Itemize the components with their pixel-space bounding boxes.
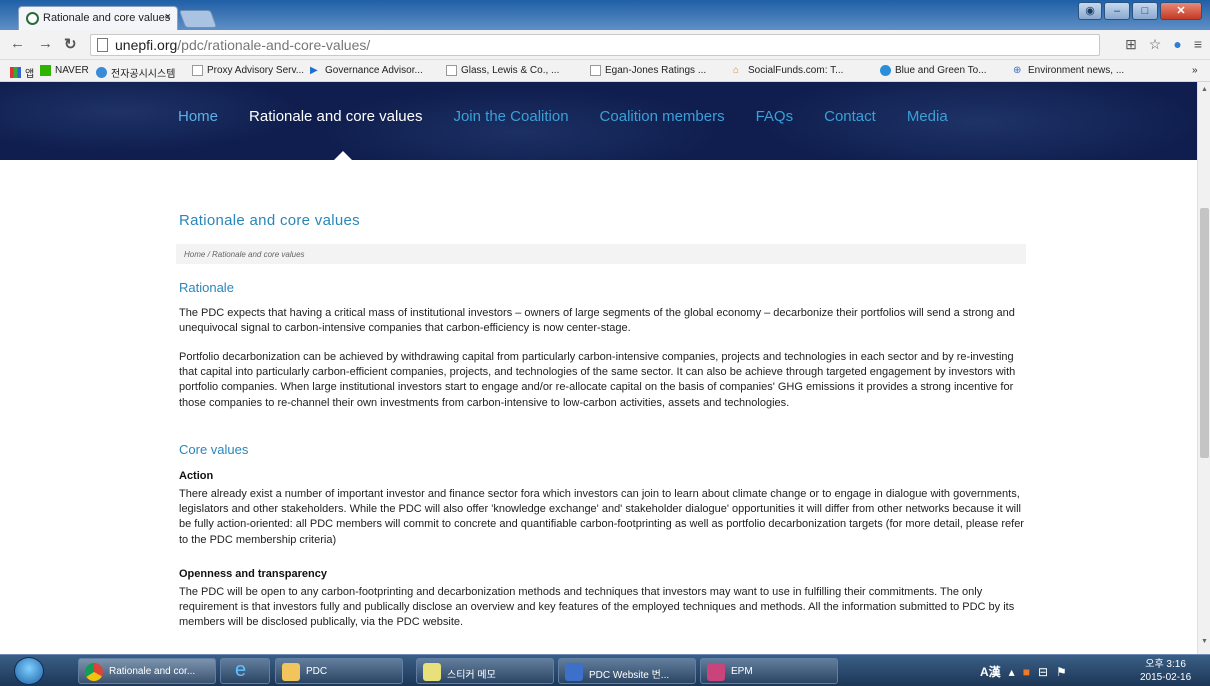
nav-rationale[interactable]: Rationale and core values <box>249 108 422 125</box>
nav-members[interactable]: Coalition members <box>600 108 725 125</box>
system-clock[interactable]: 오후 3:16 2015-02-16 <box>1140 658 1191 684</box>
main-navigation: Home Rationale and core values Join the … <box>178 108 979 125</box>
naver-icon <box>40 65 51 76</box>
action-heading: Action <box>179 470 214 482</box>
nav-join[interactable]: Join the Coalition <box>453 108 568 125</box>
scrollbar-thumb[interactable] <box>1200 208 1209 458</box>
active-nav-indicator <box>334 151 352 160</box>
bookmark-blue-green[interactable]: Blue and Green To... <box>880 65 987 76</box>
globe-icon <box>880 65 891 76</box>
site-header: Home Rationale and core values Join the … <box>0 82 1197 160</box>
bookmarks-overflow[interactable]: » <box>1192 65 1198 76</box>
reload-icon[interactable]: ↻ <box>64 35 77 53</box>
page-icon <box>192 65 203 76</box>
rationale-heading: Rationale <box>179 280 234 295</box>
url-path: /pdc/rationale-and-core-values/ <box>177 37 371 53</box>
word-icon <box>565 663 583 681</box>
scroll-down-icon[interactable]: ▼ <box>1201 638 1208 645</box>
bookmarks-bar: 앱 NAVER 전자공시시스템 Proxy Advisory Serv... ▶… <box>0 60 1210 82</box>
browser-tab-strip: Rationale and core values × ◉ – □ ✕ <box>0 0 1210 30</box>
nav-faqs[interactable]: FAQs <box>756 108 794 125</box>
nav-media[interactable]: Media <box>907 108 948 125</box>
taskbar-ie[interactable]: e <box>220 658 270 684</box>
bookmark-governance-advisor[interactable]: ▶ Governance Advisor... <box>310 65 423 76</box>
forward-icon[interactable]: → <box>38 35 53 52</box>
bookmark-glass-lewis[interactable]: Glass, Lewis & Co., ... <box>446 65 559 76</box>
network-icon[interactable]: ⊟ <box>1038 665 1048 679</box>
address-bar[interactable]: unepfi.org/pdc/rationale-and-core-values… <box>90 34 1100 56</box>
chrome-icon <box>85 663 103 681</box>
windows-taskbar: Rationale and cor... e PDC 스티커 메모 PDC We… <box>0 654 1210 686</box>
clock-date: 2015-02-16 <box>1140 672 1192 683</box>
start-button[interactable] <box>14 657 44 685</box>
openness-paragraph: The PDC will be open to any carbon-footp… <box>179 586 1015 629</box>
maximize-button[interactable]: □ <box>1132 2 1158 20</box>
close-window-button[interactable]: ✕ <box>1160 2 1202 20</box>
sticky-notes-icon <box>423 663 441 681</box>
toolbar-right-icons: ⊞ ☆ ● ≡ <box>1125 36 1202 53</box>
system-tray: A漢 ▴ ■ ⊟ ⚑ <box>980 663 1067 680</box>
user-icon[interactable]: ◉ <box>1078 2 1102 20</box>
taskbar-pdc-folder[interactable]: PDC <box>275 658 403 684</box>
taskbar-chrome[interactable]: Rationale and cor... <box>78 658 216 684</box>
dart-icon <box>96 67 107 78</box>
rationale-paragraph-1: The PDC expects that having a critical m… <box>179 307 1015 335</box>
chrome-page-icon <box>26 12 39 25</box>
bookmark-socialfunds[interactable]: ⌂ SocialFunds.com: T... <box>733 65 843 76</box>
page-icon <box>446 65 457 76</box>
menu-icon[interactable]: ≡ <box>1194 36 1202 53</box>
scroll-up-icon[interactable]: ▲ <box>1201 86 1208 93</box>
play-icon: ▶ <box>310 65 318 76</box>
bookmark-naver[interactable]: NAVER <box>40 65 89 76</box>
apps-grid-icon <box>10 67 21 78</box>
ime-icon[interactable]: A漢 <box>980 663 1001 680</box>
bookmark-proxy-advisory[interactable]: Proxy Advisory Serv... <box>192 65 304 76</box>
bookmark-apps[interactable]: 앱 <box>10 65 34 80</box>
bookmark-egan-jones[interactable]: Egan-Jones Ratings ... <box>590 65 706 76</box>
taskbar-sticky-notes[interactable]: 스티커 메모 <box>416 658 554 684</box>
nav-contact[interactable]: Contact <box>824 108 876 125</box>
tab-title: Rationale and core values <box>43 12 171 24</box>
rationale-paragraph-2: Portfolio decarbonization can be achieve… <box>179 351 1016 409</box>
minimize-button[interactable]: – <box>1104 2 1130 20</box>
tab-close-icon[interactable]: × <box>165 11 171 23</box>
url-host: unepfi.org <box>115 37 178 53</box>
bookmark-environment-news[interactable]: ⊕ Environment news, ... <box>1013 65 1124 76</box>
folder-icon <box>282 663 300 681</box>
clock-time: 오후 3:16 <box>1145 659 1186 670</box>
taskbar-word[interactable]: PDC Website 번... <box>558 658 696 684</box>
action-paragraph: There already exist a number of importan… <box>179 488 1024 546</box>
tray-expand-icon[interactable]: ▴ <box>1009 665 1015 679</box>
news-icon: ⊕ <box>1013 65 1022 76</box>
security-icon[interactable]: ■ <box>1023 665 1030 679</box>
extension-icon[interactable]: ● <box>1173 36 1181 53</box>
ie-icon: e <box>235 659 247 681</box>
home-icon: ⌂ <box>733 65 740 76</box>
back-icon[interactable]: ← <box>10 35 25 52</box>
new-tab-button[interactable] <box>178 10 218 28</box>
openness-heading: Openness and transparency <box>179 568 327 580</box>
bookmark-dart[interactable]: 전자공시시스템 <box>96 65 175 80</box>
window-controls: ◉ – □ ✕ <box>1078 2 1202 20</box>
flag-icon[interactable]: ⚑ <box>1056 665 1067 679</box>
translate-icon[interactable]: ⊞ <box>1125 36 1137 53</box>
browser-toolbar: ← → ↻ unepfi.org/pdc/rationale-and-core-… <box>0 30 1210 60</box>
epm-icon <box>707 663 725 681</box>
core-values-heading: Core values <box>179 442 249 457</box>
nav-home[interactable]: Home <box>178 108 218 125</box>
page-scrollbar[interactable]: ▲ ▼ <box>1197 82 1210 654</box>
breadcrumb[interactable]: Home / Rationale and core values <box>176 244 1026 264</box>
page-title: Rationale and core values <box>179 212 360 229</box>
page-icon <box>97 38 108 52</box>
page-icon <box>590 65 601 76</box>
star-icon[interactable]: ☆ <box>1149 36 1162 53</box>
taskbar-epm[interactable]: EPM <box>700 658 838 684</box>
browser-tab[interactable]: Rationale and core values × <box>18 6 178 30</box>
